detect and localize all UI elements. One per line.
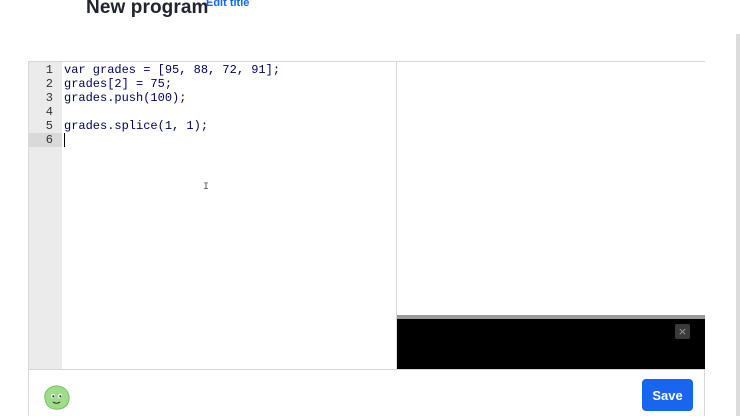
text-caret (64, 133, 65, 147)
line-number: 3 (45, 91, 53, 105)
line-number: 4 (45, 105, 53, 119)
editor-frame: 1 2 3 4 5 6 var grades = [95, 88, 72, 91… (28, 61, 705, 416)
green-blob-avatar-icon[interactable] (41, 383, 71, 411)
console-panel: × (397, 319, 705, 369)
code-editor[interactable]: var grades = [95, 88, 72, 91]; grades[2]… (64, 62, 394, 369)
line-gutter: 1 2 3 4 5 6 (29, 62, 62, 369)
code-line[interactable]: var grades = [95, 88, 72, 91]; (64, 63, 280, 77)
output-canvas[interactable] (397, 62, 705, 315)
code-line[interactable]: grades.push(100); (64, 91, 186, 105)
close-icon[interactable]: × (675, 324, 690, 339)
line-number: 2 (45, 77, 53, 91)
code-line[interactable]: grades[2] = 75; (64, 77, 172, 91)
editor-footer: Save (29, 369, 704, 416)
edit-title-link[interactable]: Edit title (206, 0, 249, 9)
save-button[interactable]: Save (642, 379, 693, 411)
page-title: New program (86, 0, 209, 18)
page-scrollbar[interactable] (736, 34, 740, 416)
code-line[interactable]: grades.splice(1, 1); (64, 119, 208, 133)
line-number: 6 (45, 133, 53, 147)
line-number: 5 (45, 119, 53, 133)
program-editor-page: New program Edit title 1 2 3 4 5 6 var g… (0, 0, 740, 416)
line-number: 1 (45, 63, 53, 77)
mouse-ibeam-cursor: I (203, 182, 210, 193)
